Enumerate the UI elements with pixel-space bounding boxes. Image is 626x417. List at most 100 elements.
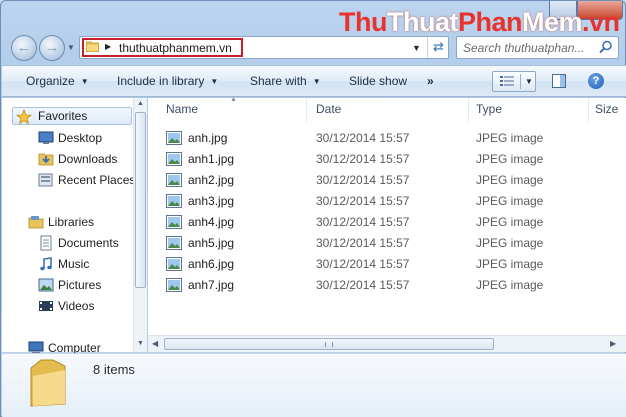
scroll-up-icon[interactable]: ▲ (137, 100, 144, 107)
more-label: » (427, 74, 434, 88)
refresh-button[interactable]: ⇄ (427, 37, 449, 58)
nav-item-favorites[interactable]: Favorites (12, 107, 132, 125)
file-name[interactable]: anh4.jpg (188, 215, 234, 229)
organize-label: Organize (26, 74, 75, 88)
preview-pane-icon[interactable] (552, 74, 566, 88)
search-box[interactable]: Search thuthuatphan... (456, 36, 619, 59)
documents-icon (40, 235, 52, 251)
address-bar[interactable]: ▶ thuthuatphanmem.vn ▼ ⇄ (79, 36, 449, 59)
organize-button[interactable]: Organize ▼ (26, 74, 89, 88)
navigation-pane: Favorites Desktop Downloads Recent Place… (2, 98, 147, 355)
table-row[interactable]: anh3.jpg 30/12/2014 15:57 JPEG image (166, 191, 616, 211)
file-type: JPEG image (476, 131, 544, 145)
file-name[interactable]: anh7.jpg (188, 278, 234, 292)
pictures-icon (38, 278, 54, 292)
column-divider[interactable] (306, 98, 307, 122)
nav-scroll-thumb[interactable] (135, 112, 146, 288)
nav-pane-scrollbar[interactable]: ▲ ▼ (133, 98, 147, 352)
file-name[interactable]: anh5.jpg (188, 236, 234, 250)
back-button[interactable]: ← (11, 35, 37, 61)
file-date: 30/12/2014 15:57 (316, 173, 410, 187)
chevron-down-icon: ▼ (312, 77, 321, 86)
table-row[interactable]: anh1.jpg 30/12/2014 15:57 JPEG image (166, 149, 616, 169)
search-icon[interactable] (599, 40, 613, 54)
jpeg-file-icon (166, 236, 182, 250)
table-row[interactable]: anh7.jpg 30/12/2014 15:57 JPEG image (166, 275, 616, 295)
table-row[interactable]: anh6.jpg 30/12/2014 15:57 JPEG image (166, 254, 616, 274)
scroll-left-icon[interactable]: ◀ (152, 339, 158, 348)
change-view-button[interactable]: ▼ (492, 71, 536, 92)
watermark-part: Phan (457, 7, 523, 37)
file-date: 30/12/2014 15:57 (316, 215, 410, 229)
more-commands-button[interactable]: » (427, 74, 434, 88)
recent-pages-dropdown[interactable]: ▼ (67, 43, 75, 52)
nav-item-label: Documents (58, 236, 119, 250)
file-name[interactable]: anh1.jpg (188, 152, 234, 166)
table-row[interactable]: anh5.jpg 30/12/2014 15:57 JPEG image (166, 233, 616, 253)
table-row[interactable]: anh4.jpg 30/12/2014 15:57 JPEG image (166, 212, 616, 232)
file-type: JPEG image (476, 257, 544, 271)
slide-show-button[interactable]: Slide show (349, 74, 407, 88)
scroll-right-icon[interactable]: ▶ (610, 339, 616, 348)
breadcrumb-arrow-icon[interactable]: ▶ (105, 42, 111, 51)
include-label: Include in library (117, 74, 205, 88)
nav-item-label: Videos (58, 299, 95, 313)
file-name[interactable]: anh3.jpg (188, 194, 234, 208)
horizontal-scrollbar[interactable]: ◀ ▶ (148, 335, 626, 352)
nav-item-label: Pictures (58, 278, 102, 292)
watermark-logo: ThuThuatPhanMem.vn (339, 7, 620, 38)
file-date: 30/12/2014 15:57 (316, 236, 410, 250)
jpeg-file-icon (166, 215, 182, 229)
downloads-icon (38, 153, 54, 166)
back-arrow-icon: ← (16, 39, 32, 56)
chevron-down-icon[interactable]: ▼ (525, 77, 533, 86)
star-icon (16, 109, 32, 125)
desktop-icon (38, 131, 54, 144)
share-label: Share with (250, 74, 307, 88)
column-divider[interactable] (588, 98, 589, 122)
column-header-date[interactable]: Date (316, 102, 341, 116)
file-name[interactable]: anh.jpg (188, 131, 227, 145)
help-icon[interactable]: ? (588, 73, 604, 89)
views-separator (520, 74, 521, 89)
forward-arrow-icon: → (44, 39, 60, 56)
nav-item-label: Music (58, 257, 90, 271)
jpeg-file-icon (166, 257, 182, 271)
slideshow-label: Slide show (349, 74, 408, 88)
forward-button[interactable]: → (39, 35, 65, 61)
folder-icon (86, 41, 99, 52)
jpeg-file-icon (166, 131, 182, 145)
share-with-button[interactable]: Share with ▼ (250, 74, 321, 88)
item-count: 8 items (93, 362, 135, 377)
table-row[interactable]: anh2.jpg 30/12/2014 15:57 JPEG image (166, 170, 616, 190)
column-divider[interactable] (468, 98, 469, 122)
file-name[interactable]: anh2.jpg (188, 173, 234, 187)
sort-ascending-icon: ▲ (230, 96, 237, 103)
file-date: 30/12/2014 15:57 (316, 152, 410, 166)
column-header-name[interactable]: Name (166, 102, 198, 116)
libraries-icon (28, 216, 44, 229)
column-header-type[interactable]: Type (476, 102, 502, 116)
file-name[interactable]: anh6.jpg (188, 257, 234, 271)
file-type: JPEG image (476, 236, 544, 250)
file-list: ▲ Name Date Type Size anh.jpg 30/12/2014 … (148, 96, 626, 352)
file-type: JPEG image (476, 152, 544, 166)
include-in-library-button[interactable]: Include in library ▼ (117, 74, 218, 88)
breadcrumb-folder[interactable]: thuthuatphanmem.vn (119, 41, 232, 55)
nav-item-label: Favorites (38, 109, 88, 123)
table-row[interactable]: anh.jpg 30/12/2014 15:57 JPEG image (166, 128, 616, 148)
address-dropdown-icon[interactable]: ▼ (412, 43, 421, 53)
nav-item-label: Desktop (58, 131, 103, 145)
scroll-down-icon[interactable]: ▼ (137, 340, 144, 347)
watermark-part: Thuat (386, 7, 459, 37)
videos-icon (39, 301, 53, 311)
column-header-size[interactable]: Size (595, 102, 618, 116)
jpeg-file-icon (166, 278, 182, 292)
watermark-part: Mem (522, 7, 583, 37)
recent-places-icon (38, 173, 53, 187)
folder-icon (30, 359, 66, 407)
command-bar: Organize ▼ Include in library ▼ Share with… (2, 65, 626, 97)
horizontal-scroll-thumb[interactable] (164, 338, 494, 350)
explorer-window: ThuThuatPhanMem.vn ← → ▼ ▶ thuthuatphanm… (0, 0, 626, 417)
search-input[interactable]: Search thuthuatphan... (463, 41, 593, 55)
